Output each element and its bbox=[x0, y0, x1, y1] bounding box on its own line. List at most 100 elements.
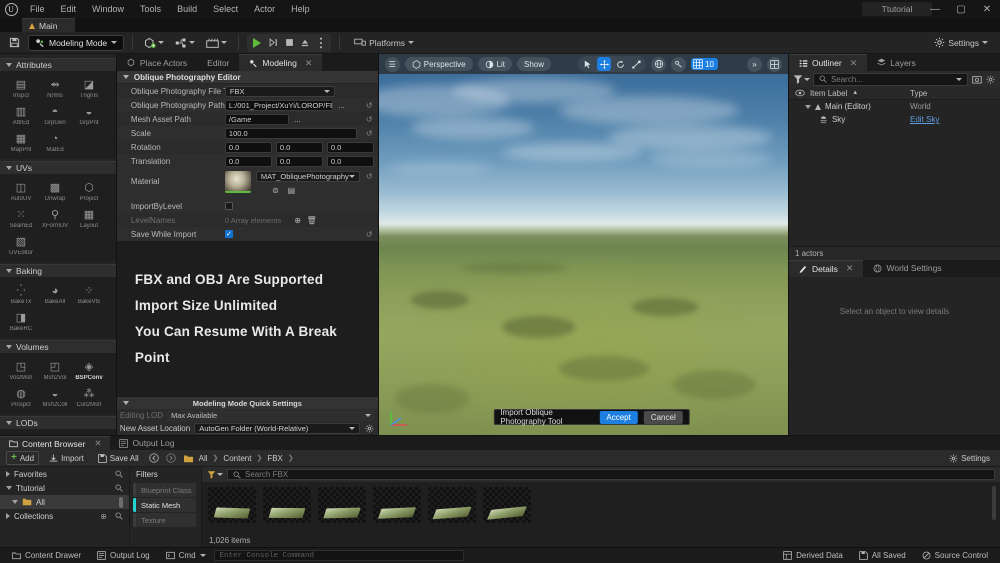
menu-item-actor[interactable]: Actor bbox=[246, 0, 283, 18]
menu-item-help[interactable]: Help bbox=[283, 0, 318, 18]
tree-row-project[interactable]: Ttutorial bbox=[0, 481, 129, 495]
menu-item-file[interactable]: File bbox=[22, 0, 53, 18]
translation-y-input[interactable]: 0.0 bbox=[275, 155, 323, 167]
editing-lod-dropdown[interactable]: Max Available bbox=[167, 410, 375, 421]
tool-coll2msh[interactable]: ⁂ Coll2Msh bbox=[72, 383, 106, 410]
tool-uveditor[interactable]: ▧ UVEditor bbox=[4, 231, 38, 258]
rotation-z-input[interactable]: 0.0 bbox=[326, 141, 374, 153]
tool-baketx[interactable]: ⁛ BakeTx bbox=[4, 280, 38, 307]
asset-thumbnail[interactable] bbox=[263, 487, 311, 523]
tab-content-browser[interactable]: Content Browser ✕ bbox=[0, 436, 111, 450]
viewport-menu-icon[interactable]: ☰ bbox=[384, 56, 400, 72]
revert-icon[interactable]: ↺ bbox=[365, 128, 374, 139]
camera-perspective-button[interactable]: Perspective bbox=[404, 57, 473, 71]
tool-inspct[interactable]: ▤ Inspct bbox=[4, 74, 38, 101]
world-coords-icon[interactable] bbox=[651, 56, 667, 72]
maximize-viewport-icon[interactable] bbox=[766, 56, 782, 72]
material-thumbnail[interactable] bbox=[224, 171, 251, 193]
category-header[interactable]: Oblique Photography Editor bbox=[116, 71, 378, 84]
palette-section-header[interactable]: Baking bbox=[0, 264, 116, 277]
browse-button[interactable]: ... bbox=[336, 100, 347, 111]
forward-icon[interactable] bbox=[166, 453, 177, 464]
close-icon[interactable]: ✕ bbox=[846, 263, 854, 274]
view-mode-button[interactable]: Lit bbox=[477, 57, 513, 71]
close-icon[interactable]: ✕ bbox=[305, 58, 313, 69]
palette-section-header[interactable]: LODs bbox=[0, 416, 116, 429]
material-dropdown[interactable]: MAT_ObliquePhotography bbox=[255, 171, 360, 182]
search-icon[interactable] bbox=[115, 470, 123, 478]
settings-icon[interactable] bbox=[985, 74, 996, 85]
use-selected-icon[interactable]: ⊜ bbox=[270, 185, 281, 196]
tab-output-log[interactable]: Output Log bbox=[110, 436, 183, 450]
content-drawer-button[interactable]: Content Drawer bbox=[4, 548, 89, 563]
cinematics-button[interactable] bbox=[203, 34, 230, 52]
more-options-icon[interactable] bbox=[313, 35, 329, 51]
derived-data-button[interactable]: Derived Data bbox=[775, 548, 851, 563]
tree-row-all[interactable]: All bbox=[0, 495, 129, 509]
outliner-row-sky[interactable]: Sky Edit Sky bbox=[789, 113, 1000, 126]
filter-icon[interactable] bbox=[793, 74, 810, 84]
quick-settings-header[interactable]: Modeling Mode Quick Settings bbox=[116, 397, 378, 409]
add-icon[interactable]: ⊕ bbox=[292, 215, 303, 226]
level-tab-main[interactable]: Main bbox=[22, 18, 76, 32]
file-type-dropdown[interactable]: FBX bbox=[224, 85, 335, 97]
chevron-right-icon[interactable] bbox=[6, 513, 10, 519]
viewport-render[interactable]: Import Oblique Photography Tool Accept C… bbox=[378, 74, 788, 435]
tab-outliner[interactable]: Outliner ✕ bbox=[788, 54, 868, 71]
tool-autouv[interactable]: ◫ AutoUV bbox=[4, 177, 38, 204]
asset-search-input[interactable]: Search FBX bbox=[227, 469, 995, 480]
translation-x-input[interactable]: 0.0 bbox=[224, 155, 272, 167]
chevron-down-icon[interactable] bbox=[804, 104, 811, 109]
asset-thumbnail[interactable] bbox=[373, 487, 421, 523]
outliner-row-main[interactable]: Main (Editor) World bbox=[789, 100, 1000, 113]
close-button[interactable]: ✕ bbox=[974, 0, 1000, 18]
palette-section-header[interactable]: Attributes bbox=[0, 58, 116, 71]
column-type[interactable]: Type bbox=[910, 89, 1000, 98]
console-command-input[interactable]: Enter Console Command bbox=[213, 550, 464, 561]
rotation-x-input[interactable]: 0.0 bbox=[224, 141, 272, 153]
tool-layout[interactable]: ▦ Layout bbox=[72, 204, 106, 231]
menu-item-select[interactable]: Select bbox=[205, 0, 246, 18]
trash-icon[interactable]: 🗑 bbox=[306, 215, 317, 226]
photography-path-input[interactable]: L:/001_Project/XuYi/LOROP/FBX bbox=[224, 99, 333, 111]
breadcrumb-all[interactable]: All bbox=[199, 454, 208, 463]
breadcrumb-fbx[interactable]: FBX bbox=[267, 454, 283, 463]
cmd-selector[interactable]: Cmd bbox=[158, 548, 214, 563]
tool-project[interactable]: ⬡ Project bbox=[72, 177, 106, 204]
show-flags-button[interactable]: Show bbox=[517, 57, 552, 71]
browse-button[interactable]: ... bbox=[292, 114, 303, 125]
accept-button[interactable]: Accept bbox=[599, 410, 638, 424]
settings-button[interactable]: Settings bbox=[928, 34, 994, 52]
editor-mode-selector[interactable]: Modeling Mode bbox=[28, 34, 125, 51]
add-actor-button[interactable] bbox=[141, 34, 167, 52]
source-control-button[interactable]: Source Control bbox=[914, 548, 996, 563]
palette-section-header[interactable]: UVs bbox=[0, 161, 116, 174]
output-log-button[interactable]: Output Log bbox=[89, 548, 158, 563]
outliner-item-type-link[interactable]: Edit Sky bbox=[910, 115, 939, 124]
revert-icon[interactable]: ↺ bbox=[365, 171, 374, 182]
tree-row-favorites[interactable]: Favorites bbox=[0, 467, 129, 481]
minimize-button[interactable]: — bbox=[922, 0, 948, 18]
step-icon[interactable] bbox=[265, 35, 281, 51]
close-icon[interactable]: ✕ bbox=[94, 438, 101, 449]
scale-input[interactable]: 100.0 bbox=[224, 127, 357, 139]
tool-seamed[interactable]: ⁙ SeamEd bbox=[4, 204, 38, 231]
mesh-asset-path-input[interactable]: /Game bbox=[224, 113, 289, 125]
revert-icon[interactable]: ↺ bbox=[365, 100, 374, 111]
save-icon[interactable] bbox=[6, 34, 23, 51]
tool-vol2msh[interactable]: ◳ Vol2Msh bbox=[4, 356, 38, 383]
menu-item-tools[interactable]: Tools bbox=[132, 0, 169, 18]
tool-grpgen[interactable]: ◓ GrpGen bbox=[38, 101, 72, 128]
save-all-button[interactable]: Save All bbox=[94, 453, 143, 464]
add-button[interactable]: + Add bbox=[6, 451, 40, 465]
browse-icon[interactable]: ▤ bbox=[286, 185, 297, 196]
all-saved-button[interactable]: All Saved bbox=[851, 548, 914, 563]
camera-speed-icon[interactable]: » bbox=[746, 56, 762, 72]
move-icon[interactable] bbox=[597, 57, 612, 71]
column-item-label[interactable]: Item Label bbox=[810, 89, 847, 98]
tab-world-settings[interactable]: World Settings bbox=[863, 260, 951, 277]
tab-editor[interactable]: Editor bbox=[197, 54, 239, 71]
tool-pinspct[interactable]: ◍ Pinspct bbox=[4, 383, 38, 410]
rotation-y-input[interactable]: 0.0 bbox=[275, 141, 323, 153]
filter-blueprint-class[interactable]: Blueprint Class bbox=[133, 483, 196, 497]
